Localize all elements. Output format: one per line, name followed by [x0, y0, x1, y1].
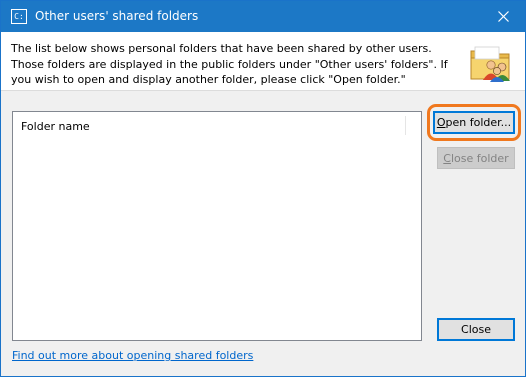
open-folder-access-key: O [436, 116, 446, 129]
open-folder-label: pen folder... [445, 116, 512, 129]
header-panel: The list below shows personal folders th… [1, 32, 525, 91]
close-button[interactable]: Close [437, 318, 515, 341]
shared-folder-users-icon [470, 46, 510, 82]
open-folder-button[interactable]: Open folder... [433, 111, 515, 134]
close-folder-label: lose folder [450, 151, 509, 165]
window-title: Other users' shared folders [35, 9, 199, 23]
dialog-window: C: Other users' shared folders The list … [0, 0, 526, 377]
column-divider[interactable] [405, 116, 406, 135]
close-icon[interactable] [481, 1, 525, 32]
shared-folders-list[interactable]: Folder name [12, 111, 422, 341]
close-folder-access-key: C [443, 151, 451, 165]
title-bar[interactable]: C: Other users' shared folders [1, 1, 525, 32]
column-header-folder-name[interactable]: Folder name [13, 112, 421, 138]
app-icon: C: [11, 9, 27, 24]
column-header-label: Folder name [21, 120, 90, 133]
close-folder-button[interactable]: Close folder [437, 147, 515, 169]
close-button-label: Close [461, 323, 491, 336]
description-text: The list below shows personal folders th… [11, 42, 448, 86]
help-link[interactable]: Find out more about opening shared folde… [12, 349, 253, 362]
